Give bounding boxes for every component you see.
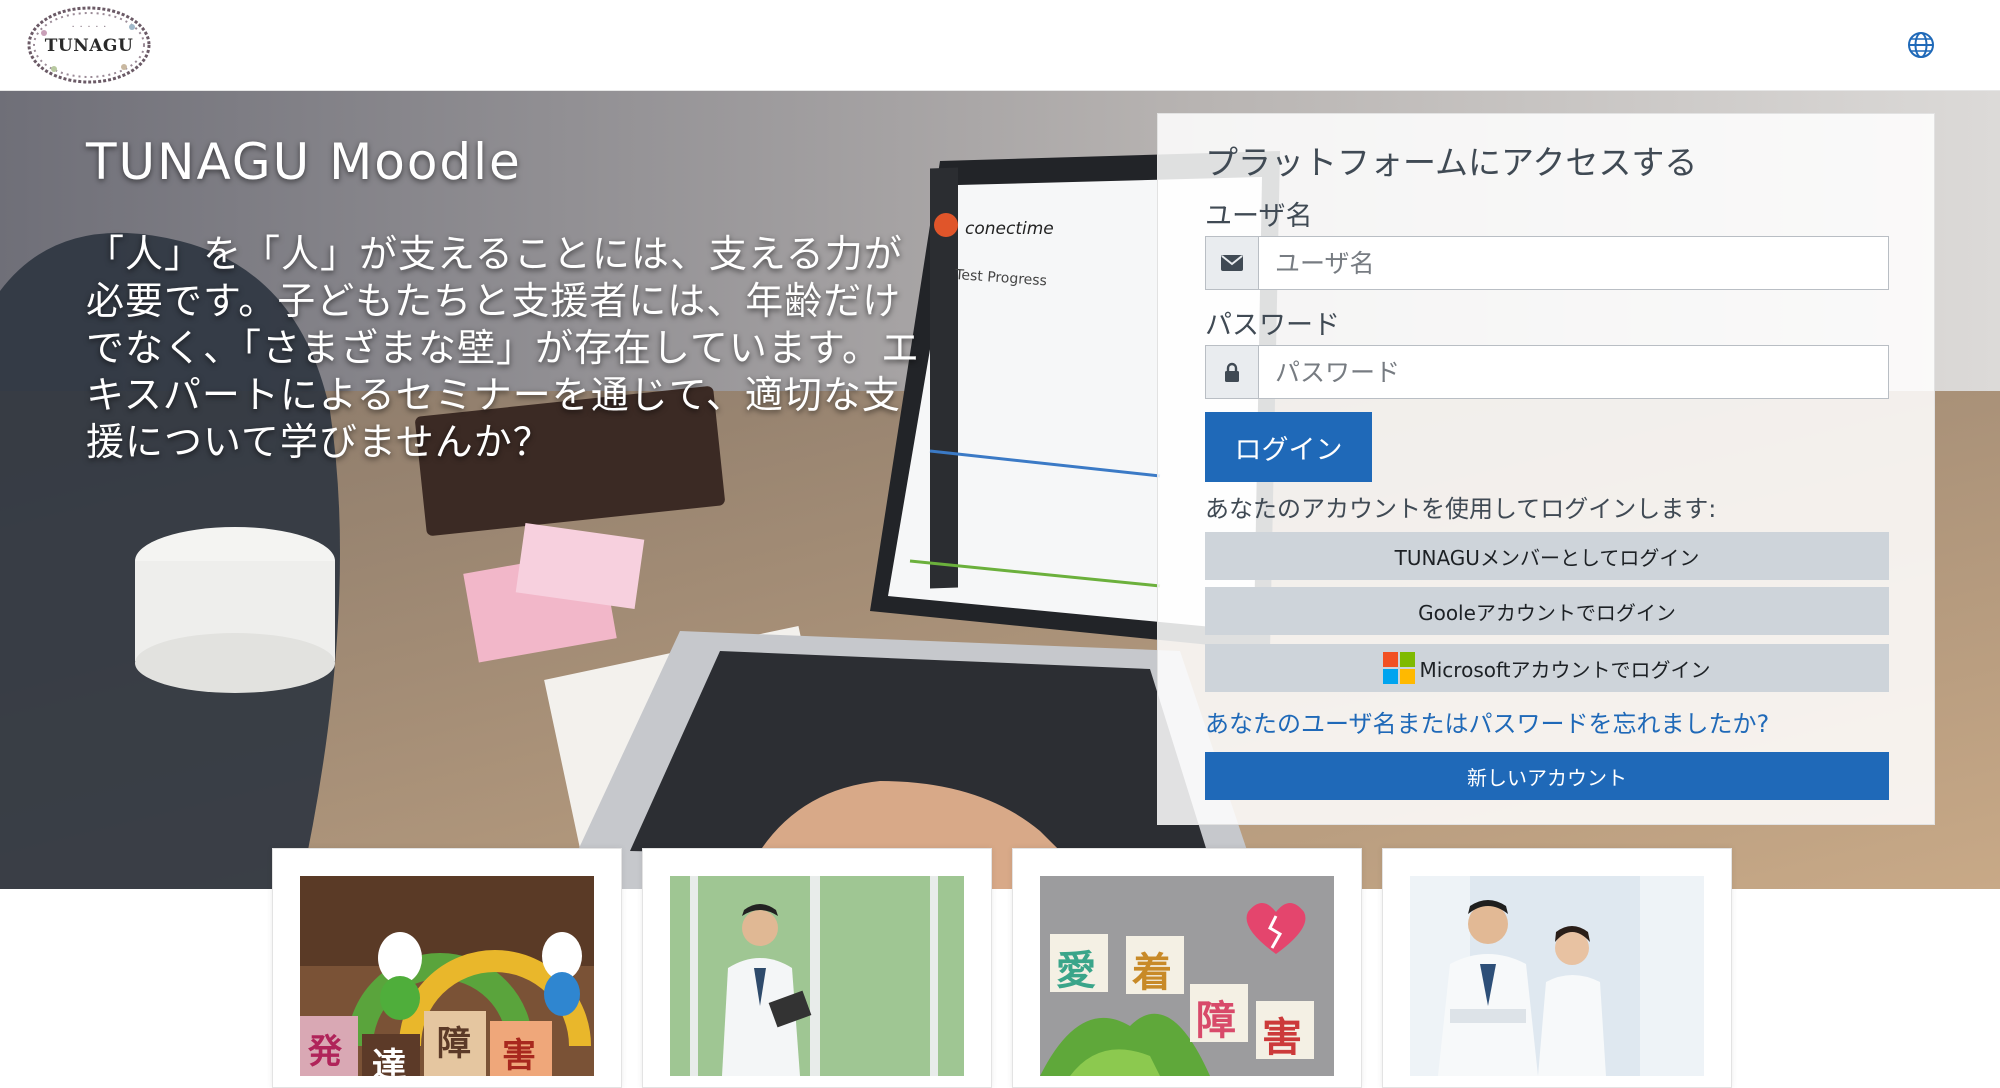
course-card-attachment-disorder[interactable]: 愛 着 障 害 (1012, 848, 1362, 1088)
username-input[interactable] (1259, 237, 1888, 289)
login-heading: プラットフォームにアクセスする (1205, 143, 1698, 182)
course-card-developmental-disorder[interactable]: 発 達 障 害 (272, 848, 622, 1088)
new-account-button[interactable]: 新しいアカウント (1205, 752, 1889, 800)
course-image-developmental-disorder: 発 達 障 害 (300, 876, 594, 1076)
svg-text:・ ・ ・ ・ ・: ・ ・ ・ ・ ・ (70, 24, 108, 31)
logo-text: TUNAGU (44, 36, 134, 56)
microsoft-icon (1383, 652, 1416, 684)
lock-icon (1206, 346, 1259, 398)
envelope-icon (1206, 237, 1259, 289)
tile-2: 達 (372, 1046, 406, 1076)
course-image-attachment-disorder: 愛 着 障 害 (1040, 876, 1334, 1076)
password-input[interactable] (1259, 346, 1888, 398)
microsoft-login-label: Microsoftアカウントでログイン (1419, 657, 1711, 682)
account-login-note: あなたのアカウントを使用してログインします: (1205, 495, 1717, 523)
username-input-group (1205, 236, 1889, 290)
tunagu-login-button[interactable]: TUNAGUメンバーとしてログイン (1205, 532, 1889, 580)
forgot-password-link[interactable]: あなたのユーザ名またはパスワードを忘れましたか? (1205, 704, 1769, 739)
password-label: パスワード (1205, 310, 1340, 341)
hero-title: TUNAGU Moodle (86, 133, 522, 191)
course-card-medical-team[interactable] (1382, 848, 1732, 1088)
login-button[interactable]: ログイン (1205, 412, 1372, 482)
top-navbar: ・ ・ ・ ・ ・ TUNAGU (0, 0, 2000, 91)
language-globe-icon[interactable] (1905, 29, 1937, 61)
tile-2: 着 (1132, 950, 1172, 996)
password-input-group (1205, 345, 1889, 399)
tile-3: 障 (437, 1024, 471, 1064)
login-panel: プラットフォームにアクセスする ユーザ名 パスワード ログイン あなたのアカウン… (1157, 113, 1935, 825)
tile-3: 障 (1196, 998, 1236, 1044)
course-image-doctor (670, 876, 964, 1076)
svg-text:conectime: conectime (965, 219, 1054, 239)
tile-4: 害 (502, 1036, 536, 1076)
microsoft-login-button[interactable]: Microsoftアカウントでログイン (1205, 644, 1889, 692)
google-login-button[interactable]: Gooleアカウントでログイン (1205, 587, 1889, 635)
username-label: ユーザ名 (1205, 201, 1313, 232)
course-image-medical-team (1410, 876, 1704, 1076)
tile-4: 害 (1262, 1015, 1302, 1061)
hero-description: 「人」を「人」が支えることには、支える力が必要です。子どもたちと支援者には、年齢… (86, 232, 921, 464)
tile-1: 愛 (1056, 948, 1096, 994)
course-card-doctor[interactable] (642, 848, 992, 1088)
tile-1: 発 (308, 1032, 342, 1072)
site-logo[interactable]: ・ ・ ・ ・ ・ TUNAGU (24, 3, 154, 87)
